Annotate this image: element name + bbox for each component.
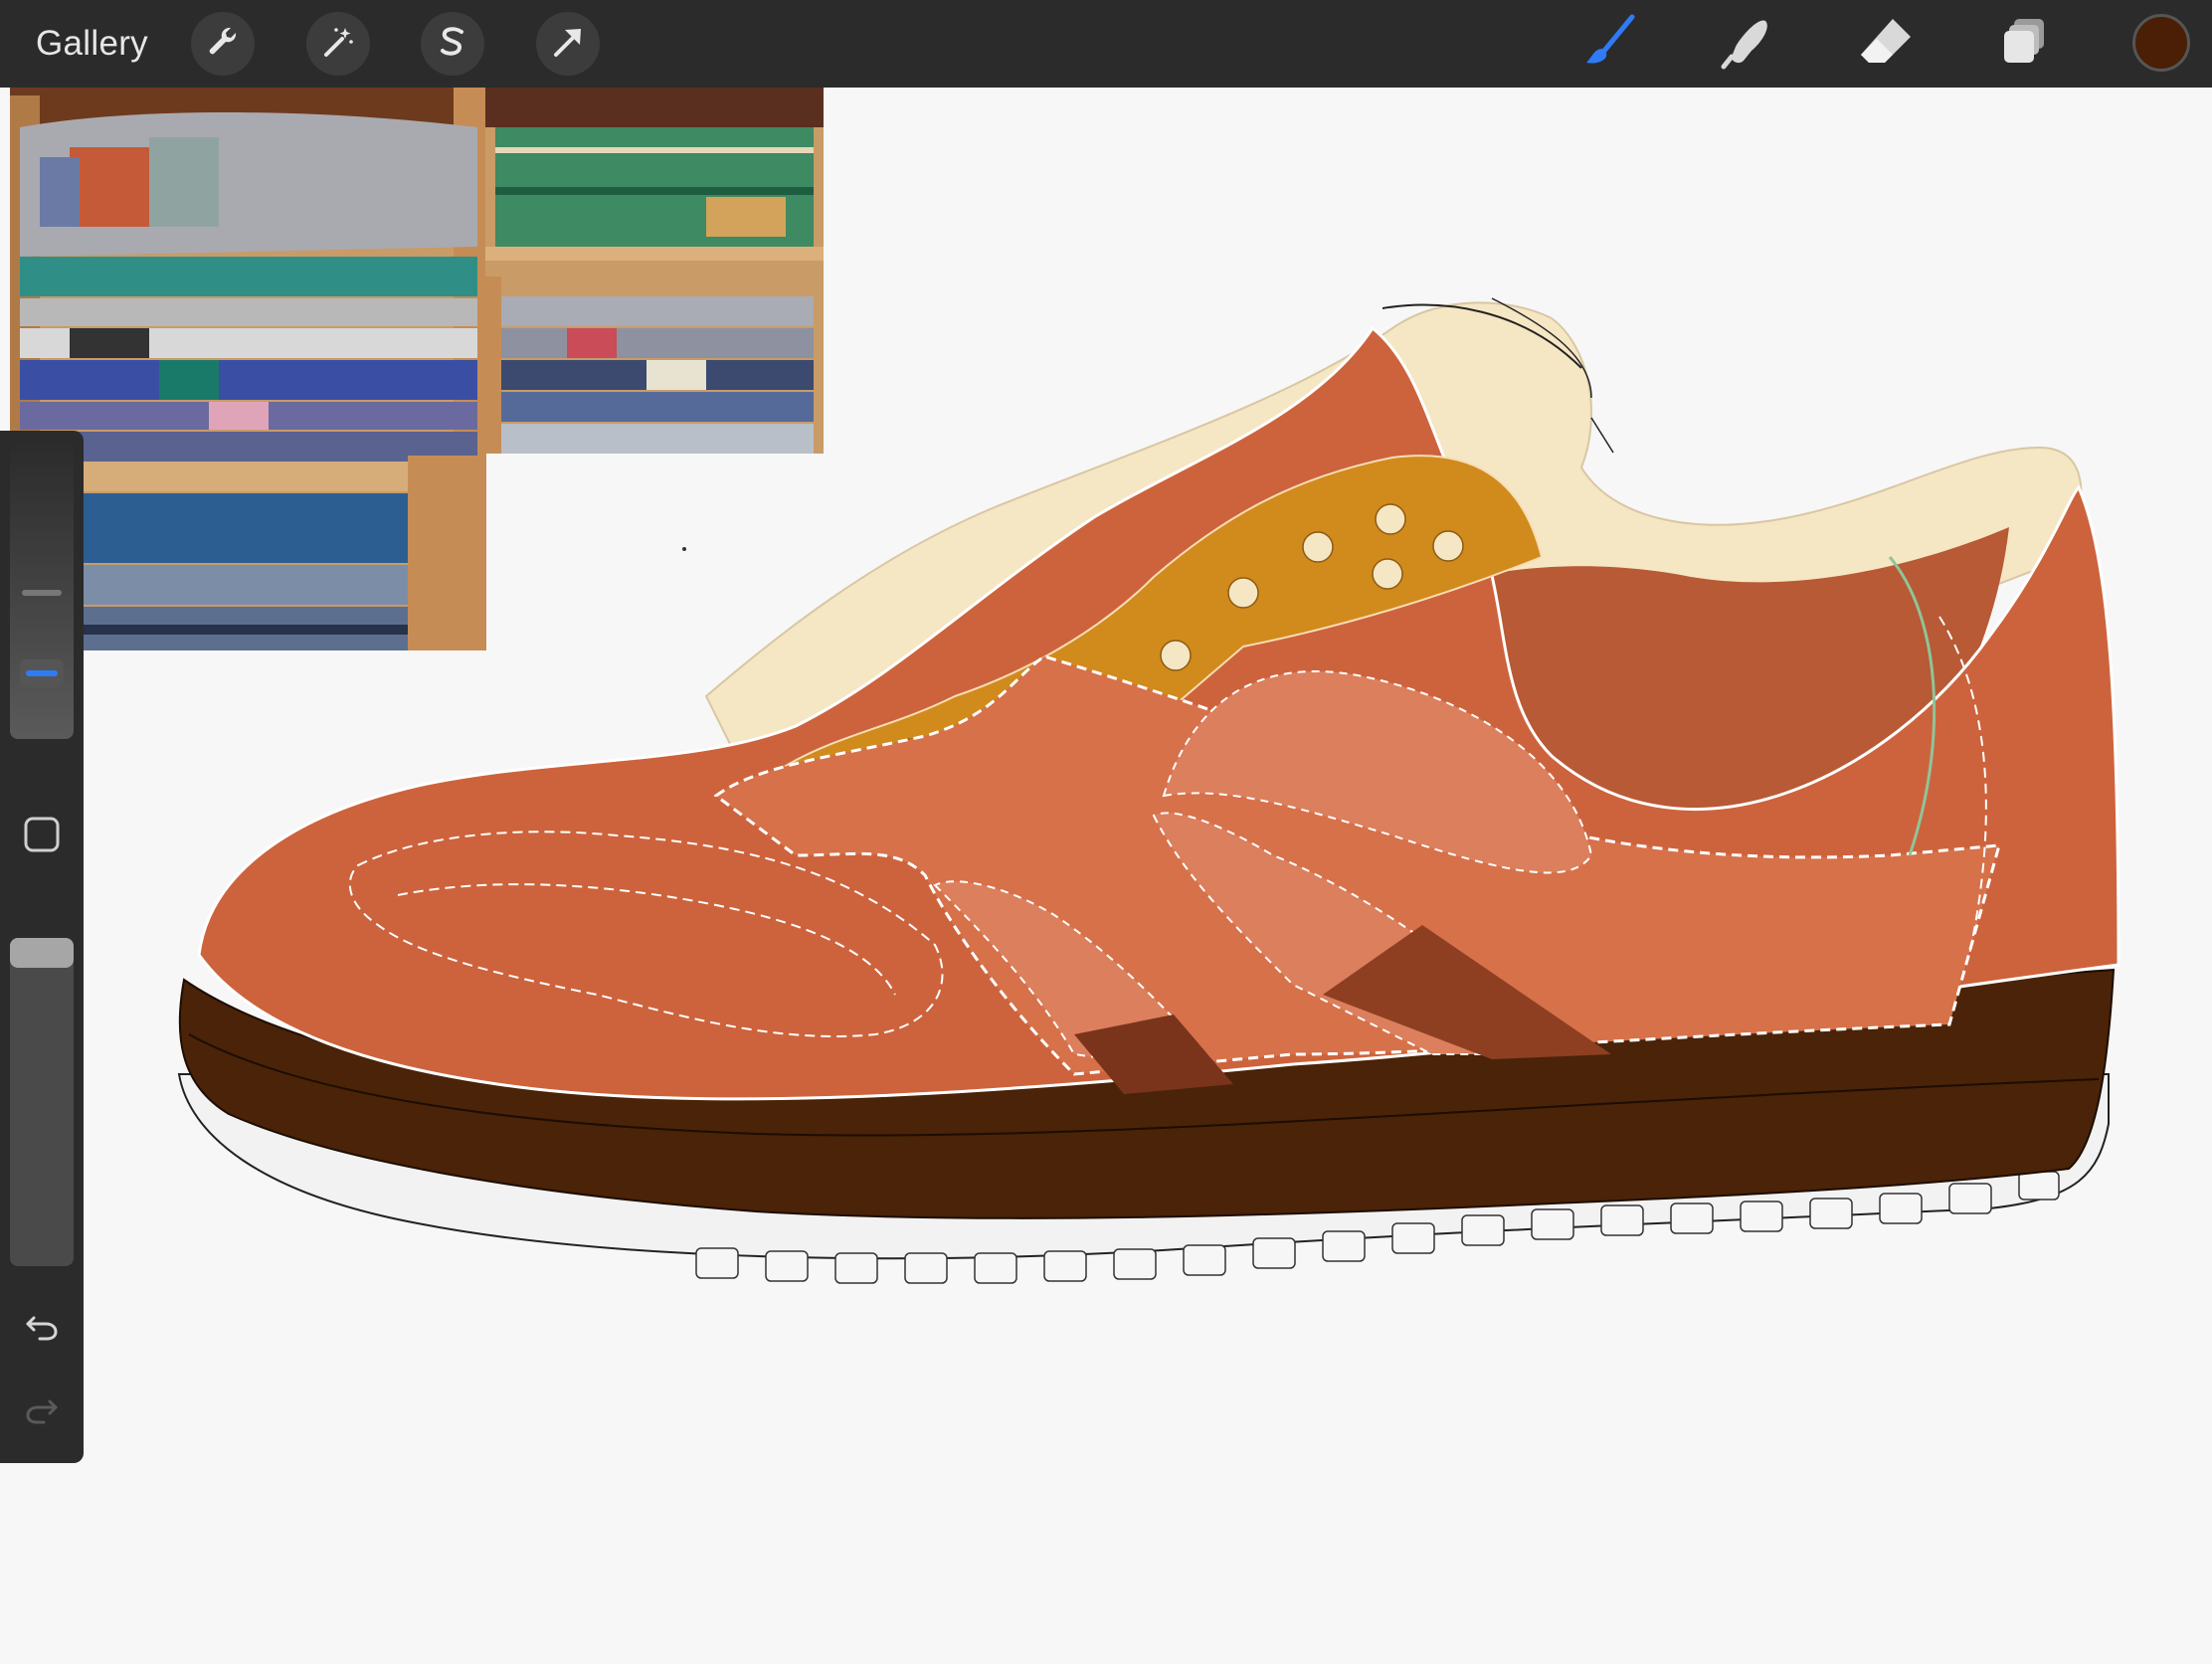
redo-icon: [22, 1389, 62, 1434]
magic-wand-icon: [318, 22, 358, 67]
brush-tool-button[interactable]: [1579, 14, 1639, 74]
undo-icon: [22, 1306, 62, 1351]
opacity-handle[interactable]: [10, 938, 74, 968]
redo-button[interactable]: [18, 1387, 66, 1435]
reference-images: [10, 88, 826, 659]
undo-button[interactable]: [18, 1304, 66, 1352]
modify-button[interactable]: [18, 813, 66, 860]
reference-photo-collage: [10, 88, 824, 652]
smudge-finger-icon: [1718, 13, 1775, 76]
brush-size-slider[interactable]: [10, 441, 74, 739]
layers-icon: [1996, 13, 2054, 76]
reference-blankets-right[interactable]: [485, 88, 824, 454]
wrench-icon: [203, 22, 243, 67]
square-icon: [22, 815, 62, 859]
top-toolbar: Gallery: [0, 0, 2212, 88]
eraser-icon: [1857, 13, 1915, 76]
adjustments-button[interactable]: [306, 12, 370, 76]
side-toolbar: [0, 431, 84, 1463]
brush-size-marker: [22, 590, 62, 596]
selection-button[interactable]: [421, 12, 484, 76]
transform-button[interactable]: [536, 12, 600, 76]
eraser-tool-button[interactable]: [1856, 14, 1916, 74]
arrow-cursor-icon: [548, 22, 588, 67]
smudge-tool-button[interactable]: [1717, 14, 1776, 74]
color-picker-button[interactable]: [2132, 14, 2190, 72]
brush-size-handle[interactable]: [20, 659, 64, 687]
brush-icon: [1580, 13, 1638, 76]
selection-s-icon: [433, 22, 472, 67]
layers-button[interactable]: [1995, 14, 2055, 74]
actions-button[interactable]: [191, 12, 255, 76]
gallery-button[interactable]: Gallery: [36, 22, 148, 66]
opacity-slider[interactable]: [10, 938, 74, 1266]
